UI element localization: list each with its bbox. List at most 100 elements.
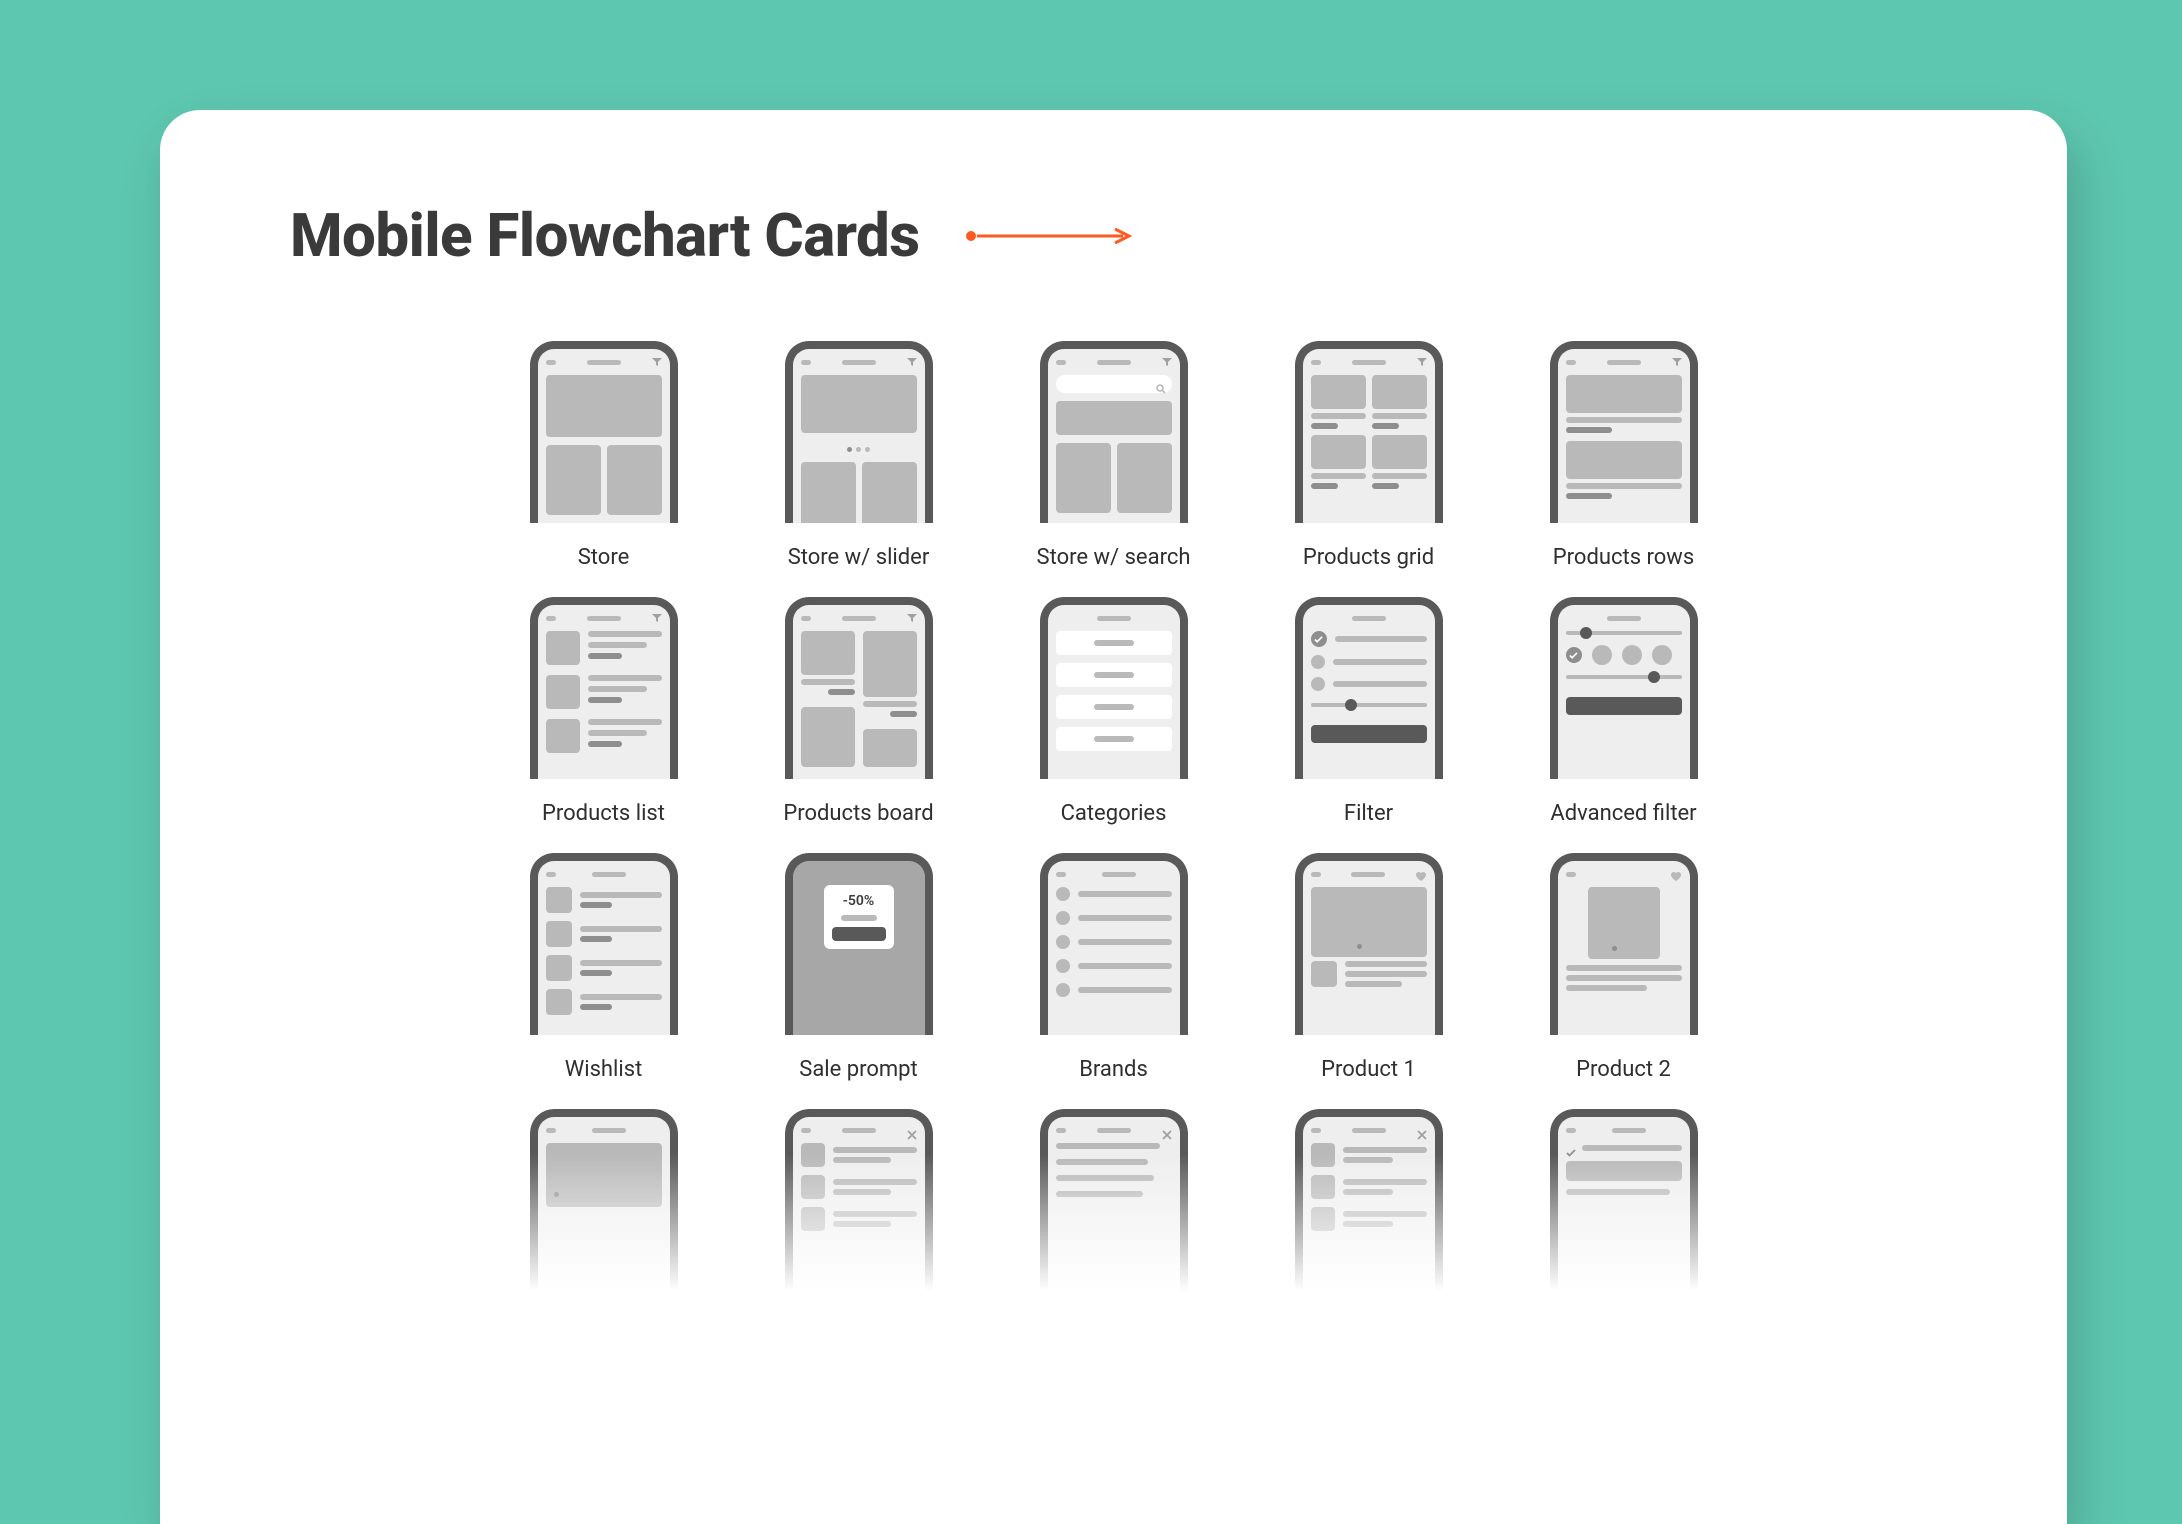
card-sale-prompt[interactable]: -50% Sale prompt: [759, 853, 959, 1091]
card-grid: Store: [290, 341, 1937, 1347]
statusbar-title: [592, 872, 626, 877]
check-icon: [1566, 1143, 1576, 1153]
card-advanced-filter-label: Advanced filter: [1550, 801, 1696, 835]
card-brands-label: Brands: [1079, 1057, 1148, 1091]
card-filter-label: Filter: [1344, 801, 1393, 835]
card-brands-phone: [1040, 853, 1188, 1035]
apply-button: [1566, 697, 1682, 715]
heart-icon: [1415, 868, 1427, 880]
card-products-rows[interactable]: Products rows: [1524, 341, 1724, 579]
card-partial-2[interactable]: [759, 1109, 959, 1347]
card-product-1[interactable]: Product 1: [1269, 853, 1469, 1091]
card-wishlist-label: Wishlist: [565, 1057, 643, 1091]
card-partial-3-phone: [1040, 1109, 1188, 1291]
range-slider: [1566, 675, 1682, 679]
statusbar-title: [1352, 360, 1386, 365]
statusbar-title: [1352, 616, 1386, 621]
page-title: Mobile Flowchart Cards: [290, 200, 920, 271]
card-store-slider-phone: [785, 341, 933, 523]
card-partial-4[interactable]: [1269, 1109, 1469, 1347]
card-filter-phone: [1295, 597, 1443, 779]
apply-button: [1311, 725, 1427, 743]
card-store-phone: [530, 341, 678, 523]
card-product-1-label: Product 1: [1321, 1057, 1416, 1091]
card-store-search-phone: [1040, 341, 1188, 523]
statusbar-title: [1097, 616, 1131, 621]
range-slider: [1566, 631, 1682, 635]
card-categories-label: Categories: [1061, 801, 1167, 835]
card-store-slider[interactable]: Store w/ slider: [759, 341, 959, 579]
close-icon: [1162, 1125, 1172, 1135]
card-product-2-phone: [1550, 853, 1698, 1035]
card-store-search-label: Store w/ search: [1037, 545, 1191, 579]
filter-icon: [907, 357, 917, 367]
statusbar-left-icon: [546, 360, 556, 365]
card-filter[interactable]: Filter: [1269, 597, 1469, 835]
card-products-list-phone: [530, 597, 678, 779]
card-store-search[interactable]: Store w/ search: [1014, 341, 1214, 579]
search-icon: [1156, 379, 1166, 389]
statusbar-title: [1607, 360, 1641, 365]
card-partial-1[interactable]: [504, 1109, 704, 1347]
card-store[interactable]: Store: [504, 341, 704, 579]
card-partial-2-phone: [785, 1109, 933, 1291]
statusbar-left-icon: [1056, 360, 1066, 365]
card-products-board-label: Products board: [783, 801, 933, 835]
card-wishlist-phone: [530, 853, 678, 1035]
card-store-label: Store: [578, 545, 630, 579]
header: Mobile Flowchart Cards: [290, 200, 1937, 271]
statusbar-left-icon: [1311, 872, 1321, 877]
design-canvas: Mobile Flowchart Cards: [160, 110, 2067, 1524]
card-advanced-filter-phone: [1550, 597, 1698, 779]
filter-icon: [1672, 357, 1682, 367]
statusbar-left-icon: [1311, 360, 1321, 365]
card-products-list[interactable]: Products list: [504, 597, 704, 835]
filter-icon: [907, 613, 917, 623]
check-icon: [1311, 631, 1327, 647]
card-partial-3[interactable]: [1014, 1109, 1214, 1347]
filter-icon: [652, 613, 662, 623]
card-products-list-label: Products list: [542, 801, 665, 835]
statusbar-left-icon: [1056, 872, 1066, 877]
close-icon: [1417, 1125, 1427, 1135]
card-products-grid-phone: [1295, 341, 1443, 523]
sale-cta-button: [832, 927, 886, 941]
statusbar-left-icon: [1566, 360, 1576, 365]
card-brands[interactable]: Brands: [1014, 853, 1214, 1091]
statusbar-title: [1351, 872, 1385, 877]
sale-dialog: -50%: [824, 885, 894, 949]
statusbar-left-icon: [801, 360, 811, 365]
sale-discount-text: -50%: [843, 893, 874, 909]
card-categories-phone: [1040, 597, 1188, 779]
card-products-grid[interactable]: Products grid: [1269, 341, 1469, 579]
card-products-board[interactable]: Products board: [759, 597, 959, 835]
filter-icon: [1417, 357, 1427, 367]
statusbar-left-icon: [546, 872, 556, 877]
card-partial-5[interactable]: [1524, 1109, 1724, 1347]
card-wishlist[interactable]: Wishlist: [504, 853, 704, 1091]
flow-arrow-icon: [965, 226, 1135, 246]
heart-icon: [1670, 868, 1682, 880]
statusbar-title: [1607, 616, 1641, 621]
card-sale-prompt-label: Sale prompt: [799, 1057, 918, 1091]
statusbar-title: [1102, 872, 1136, 877]
card-store-slider-label: Store w/ slider: [788, 545, 930, 579]
statusbar-title: [842, 360, 876, 365]
card-product-1-phone: [1295, 853, 1443, 1035]
card-product-2[interactable]: Product 2: [1524, 853, 1724, 1091]
statusbar-left-icon: [801, 616, 811, 621]
statusbar-title: [587, 360, 621, 365]
close-icon: [907, 1125, 917, 1135]
card-advanced-filter[interactable]: Advanced filter: [1524, 597, 1724, 835]
card-categories[interactable]: Categories: [1014, 597, 1214, 835]
card-product-2-label: Product 2: [1576, 1057, 1671, 1091]
statusbar-title: [1097, 360, 1131, 365]
check-icon: [1566, 647, 1582, 663]
card-products-rows-phone: [1550, 341, 1698, 523]
card-partial-1-phone: [530, 1109, 678, 1291]
statusbar-left-icon: [546, 616, 556, 621]
range-slider: [1311, 703, 1427, 707]
statusbar-title: [842, 616, 876, 621]
card-sale-prompt-phone: -50%: [785, 853, 933, 1035]
card-partial-4-phone: [1295, 1109, 1443, 1291]
